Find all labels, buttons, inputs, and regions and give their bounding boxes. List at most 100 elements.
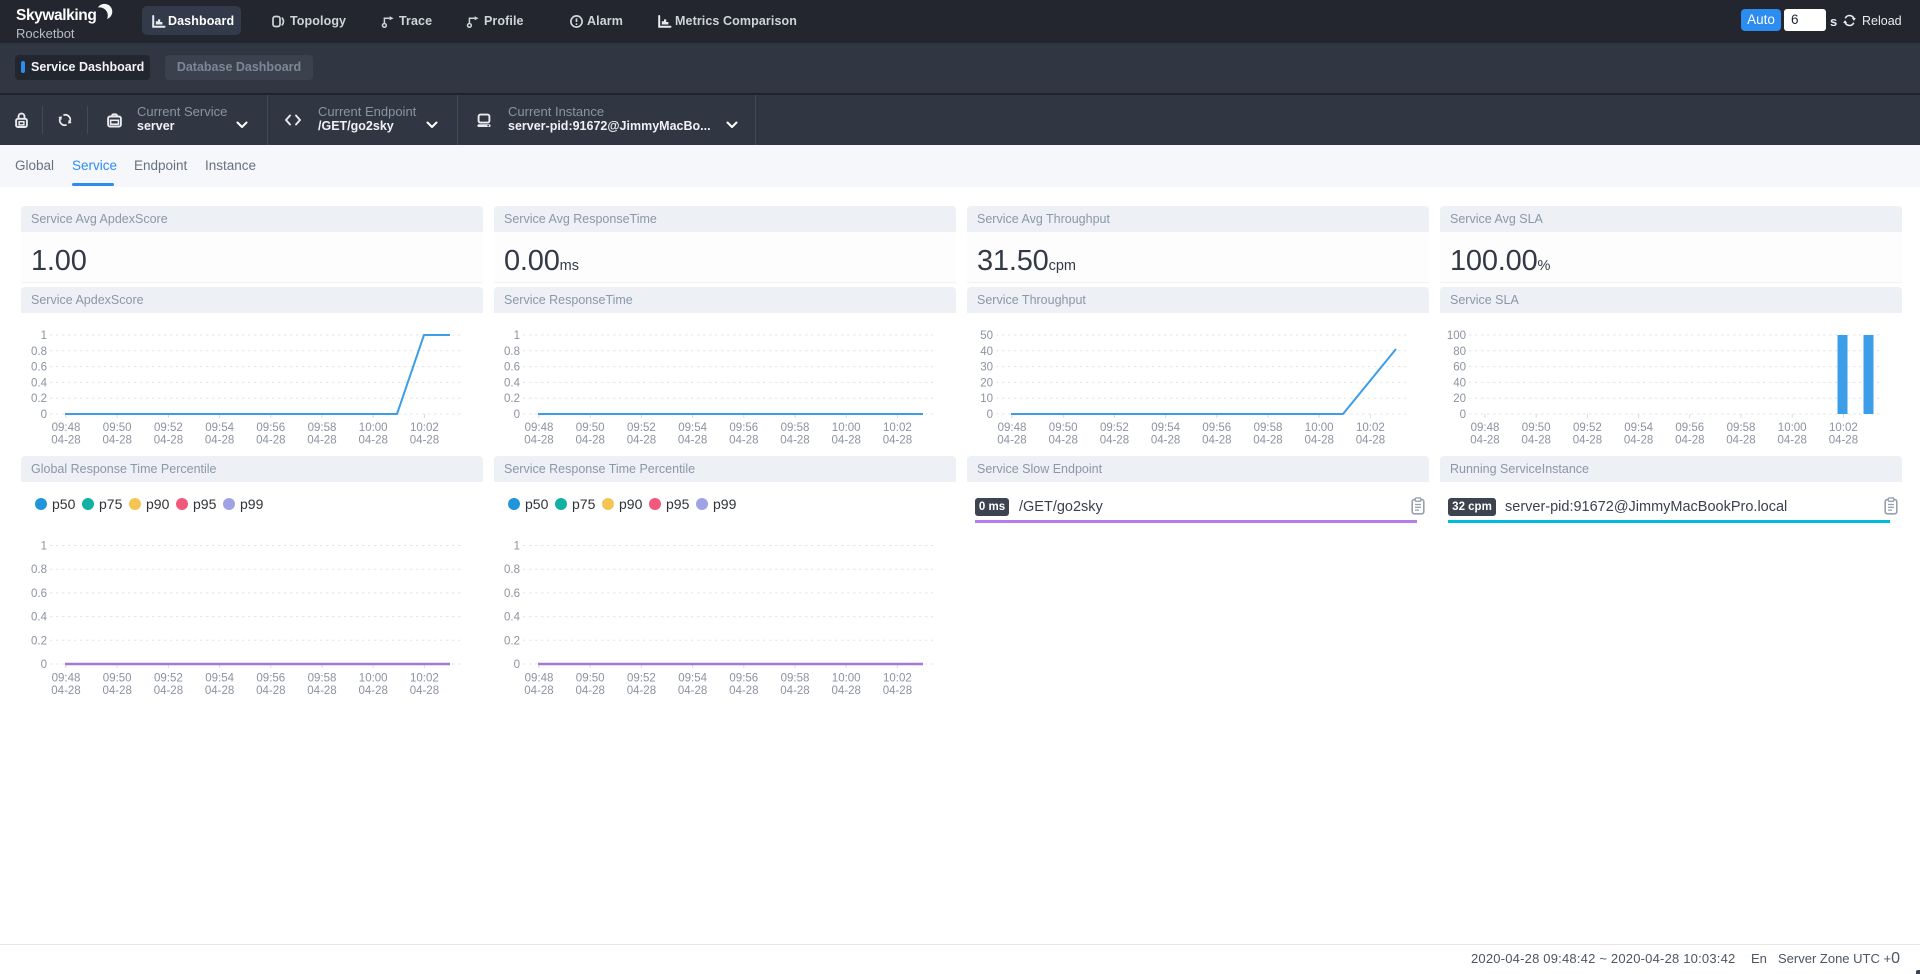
svg-text:0: 0 xyxy=(41,659,47,671)
svg-text:04-28: 04-28 xyxy=(1304,435,1333,447)
svg-text:04-28: 04-28 xyxy=(1777,435,1806,447)
svg-text:0: 0 xyxy=(41,409,47,421)
svg-text:09:56: 09:56 xyxy=(729,422,758,434)
svg-text:04-28: 04-28 xyxy=(729,685,758,697)
svg-text:04-28: 04-28 xyxy=(780,435,809,447)
svg-text:04-28: 04-28 xyxy=(627,435,656,447)
svg-text:10:02: 10:02 xyxy=(1829,422,1858,434)
svg-text:20: 20 xyxy=(1453,393,1466,405)
svg-text:30: 30 xyxy=(980,362,993,374)
svg-text:04-28: 04-28 xyxy=(524,685,553,697)
svg-text:0: 0 xyxy=(514,409,520,421)
svg-text:0.4: 0.4 xyxy=(504,377,521,389)
svg-text:04-28: 04-28 xyxy=(1253,435,1282,447)
svg-text:04-28: 04-28 xyxy=(1726,435,1755,447)
svg-text:09:50: 09:50 xyxy=(1522,422,1551,434)
svg-text:04-28: 04-28 xyxy=(1573,435,1602,447)
svg-text:10:02: 10:02 xyxy=(883,422,912,434)
svg-text:09:52: 09:52 xyxy=(1100,422,1129,434)
svg-text:04-28: 04-28 xyxy=(358,685,387,697)
svg-text:09:56: 09:56 xyxy=(256,673,285,685)
svg-text:09:52: 09:52 xyxy=(154,422,183,434)
svg-text:04-28: 04-28 xyxy=(256,435,285,447)
svg-text:1: 1 xyxy=(514,330,520,342)
svg-text:04-28: 04-28 xyxy=(831,685,860,697)
svg-text:0.8: 0.8 xyxy=(504,346,520,358)
svg-text:09:56: 09:56 xyxy=(729,673,758,685)
svg-text:04-28: 04-28 xyxy=(1048,435,1077,447)
svg-text:0: 0 xyxy=(1460,409,1466,421)
svg-text:04-28: 04-28 xyxy=(1356,435,1385,447)
svg-text:04-28: 04-28 xyxy=(678,435,707,447)
svg-text:09:48: 09:48 xyxy=(52,422,81,434)
svg-text:0.2: 0.2 xyxy=(31,635,47,647)
svg-text:09:48: 09:48 xyxy=(525,673,554,685)
svg-text:09:58: 09:58 xyxy=(308,673,337,685)
svg-text:04-28: 04-28 xyxy=(883,685,912,697)
svg-text:40: 40 xyxy=(980,346,993,358)
svg-text:0.2: 0.2 xyxy=(504,393,520,405)
svg-text:09:50: 09:50 xyxy=(103,422,132,434)
svg-text:04-28: 04-28 xyxy=(883,435,912,447)
svg-text:0.4: 0.4 xyxy=(504,612,521,624)
svg-text:0.6: 0.6 xyxy=(504,588,520,600)
svg-text:10:00: 10:00 xyxy=(1778,422,1807,434)
svg-text:0.6: 0.6 xyxy=(31,588,47,600)
svg-text:09:54: 09:54 xyxy=(678,422,707,434)
svg-text:04-28: 04-28 xyxy=(575,685,604,697)
svg-text:09:58: 09:58 xyxy=(781,673,810,685)
svg-text:1: 1 xyxy=(41,330,47,342)
svg-text:04-28: 04-28 xyxy=(307,435,336,447)
svg-text:04-28: 04-28 xyxy=(524,435,553,447)
svg-text:09:54: 09:54 xyxy=(1624,422,1653,434)
svg-text:40: 40 xyxy=(1453,377,1466,389)
svg-text:0.6: 0.6 xyxy=(504,362,520,374)
svg-text:09:52: 09:52 xyxy=(627,422,656,434)
svg-text:0.4: 0.4 xyxy=(31,377,48,389)
svg-text:09:52: 09:52 xyxy=(1573,422,1602,434)
svg-text:09:54: 09:54 xyxy=(1151,422,1180,434)
svg-text:04-28: 04-28 xyxy=(1470,435,1499,447)
svg-text:04-28: 04-28 xyxy=(205,685,234,697)
svg-text:09:50: 09:50 xyxy=(576,422,605,434)
svg-text:10:02: 10:02 xyxy=(883,673,912,685)
svg-text:09:52: 09:52 xyxy=(627,673,656,685)
svg-text:09:50: 09:50 xyxy=(576,673,605,685)
svg-text:04-28: 04-28 xyxy=(1151,435,1180,447)
svg-text:09:48: 09:48 xyxy=(998,422,1027,434)
svg-text:10:00: 10:00 xyxy=(359,422,388,434)
svg-text:04-28: 04-28 xyxy=(307,685,336,697)
svg-text:09:54: 09:54 xyxy=(205,673,234,685)
svg-text:09:50: 09:50 xyxy=(1049,422,1078,434)
svg-text:04-28: 04-28 xyxy=(51,435,80,447)
svg-text:04-28: 04-28 xyxy=(1624,435,1653,447)
svg-text:09:56: 09:56 xyxy=(256,422,285,434)
svg-text:04-28: 04-28 xyxy=(410,435,439,447)
svg-text:04-28: 04-28 xyxy=(154,685,183,697)
svg-text:09:58: 09:58 xyxy=(1254,422,1283,434)
svg-text:04-28: 04-28 xyxy=(51,685,80,697)
svg-text:04-28: 04-28 xyxy=(575,435,604,447)
svg-text:04-28: 04-28 xyxy=(410,685,439,697)
svg-text:04-28: 04-28 xyxy=(1829,435,1858,447)
svg-text:09:48: 09:48 xyxy=(52,673,81,685)
svg-text:10: 10 xyxy=(980,393,993,405)
svg-text:04-28: 04-28 xyxy=(1100,435,1129,447)
svg-text:1: 1 xyxy=(514,541,520,553)
svg-text:0.8: 0.8 xyxy=(31,564,47,576)
svg-text:10:02: 10:02 xyxy=(1356,422,1385,434)
svg-text:10:00: 10:00 xyxy=(832,673,861,685)
svg-text:04-28: 04-28 xyxy=(780,685,809,697)
svg-text:0.8: 0.8 xyxy=(504,564,520,576)
svg-text:04-28: 04-28 xyxy=(1675,435,1704,447)
svg-text:09:52: 09:52 xyxy=(154,673,183,685)
svg-text:60: 60 xyxy=(1453,362,1466,374)
svg-text:04-28: 04-28 xyxy=(205,435,234,447)
svg-text:0.8: 0.8 xyxy=(31,346,47,358)
svg-text:09:58: 09:58 xyxy=(308,422,337,434)
svg-text:04-28: 04-28 xyxy=(678,685,707,697)
svg-text:04-28: 04-28 xyxy=(102,435,131,447)
svg-text:09:50: 09:50 xyxy=(103,673,132,685)
svg-text:09:56: 09:56 xyxy=(1675,422,1704,434)
svg-text:100: 100 xyxy=(1447,330,1466,342)
